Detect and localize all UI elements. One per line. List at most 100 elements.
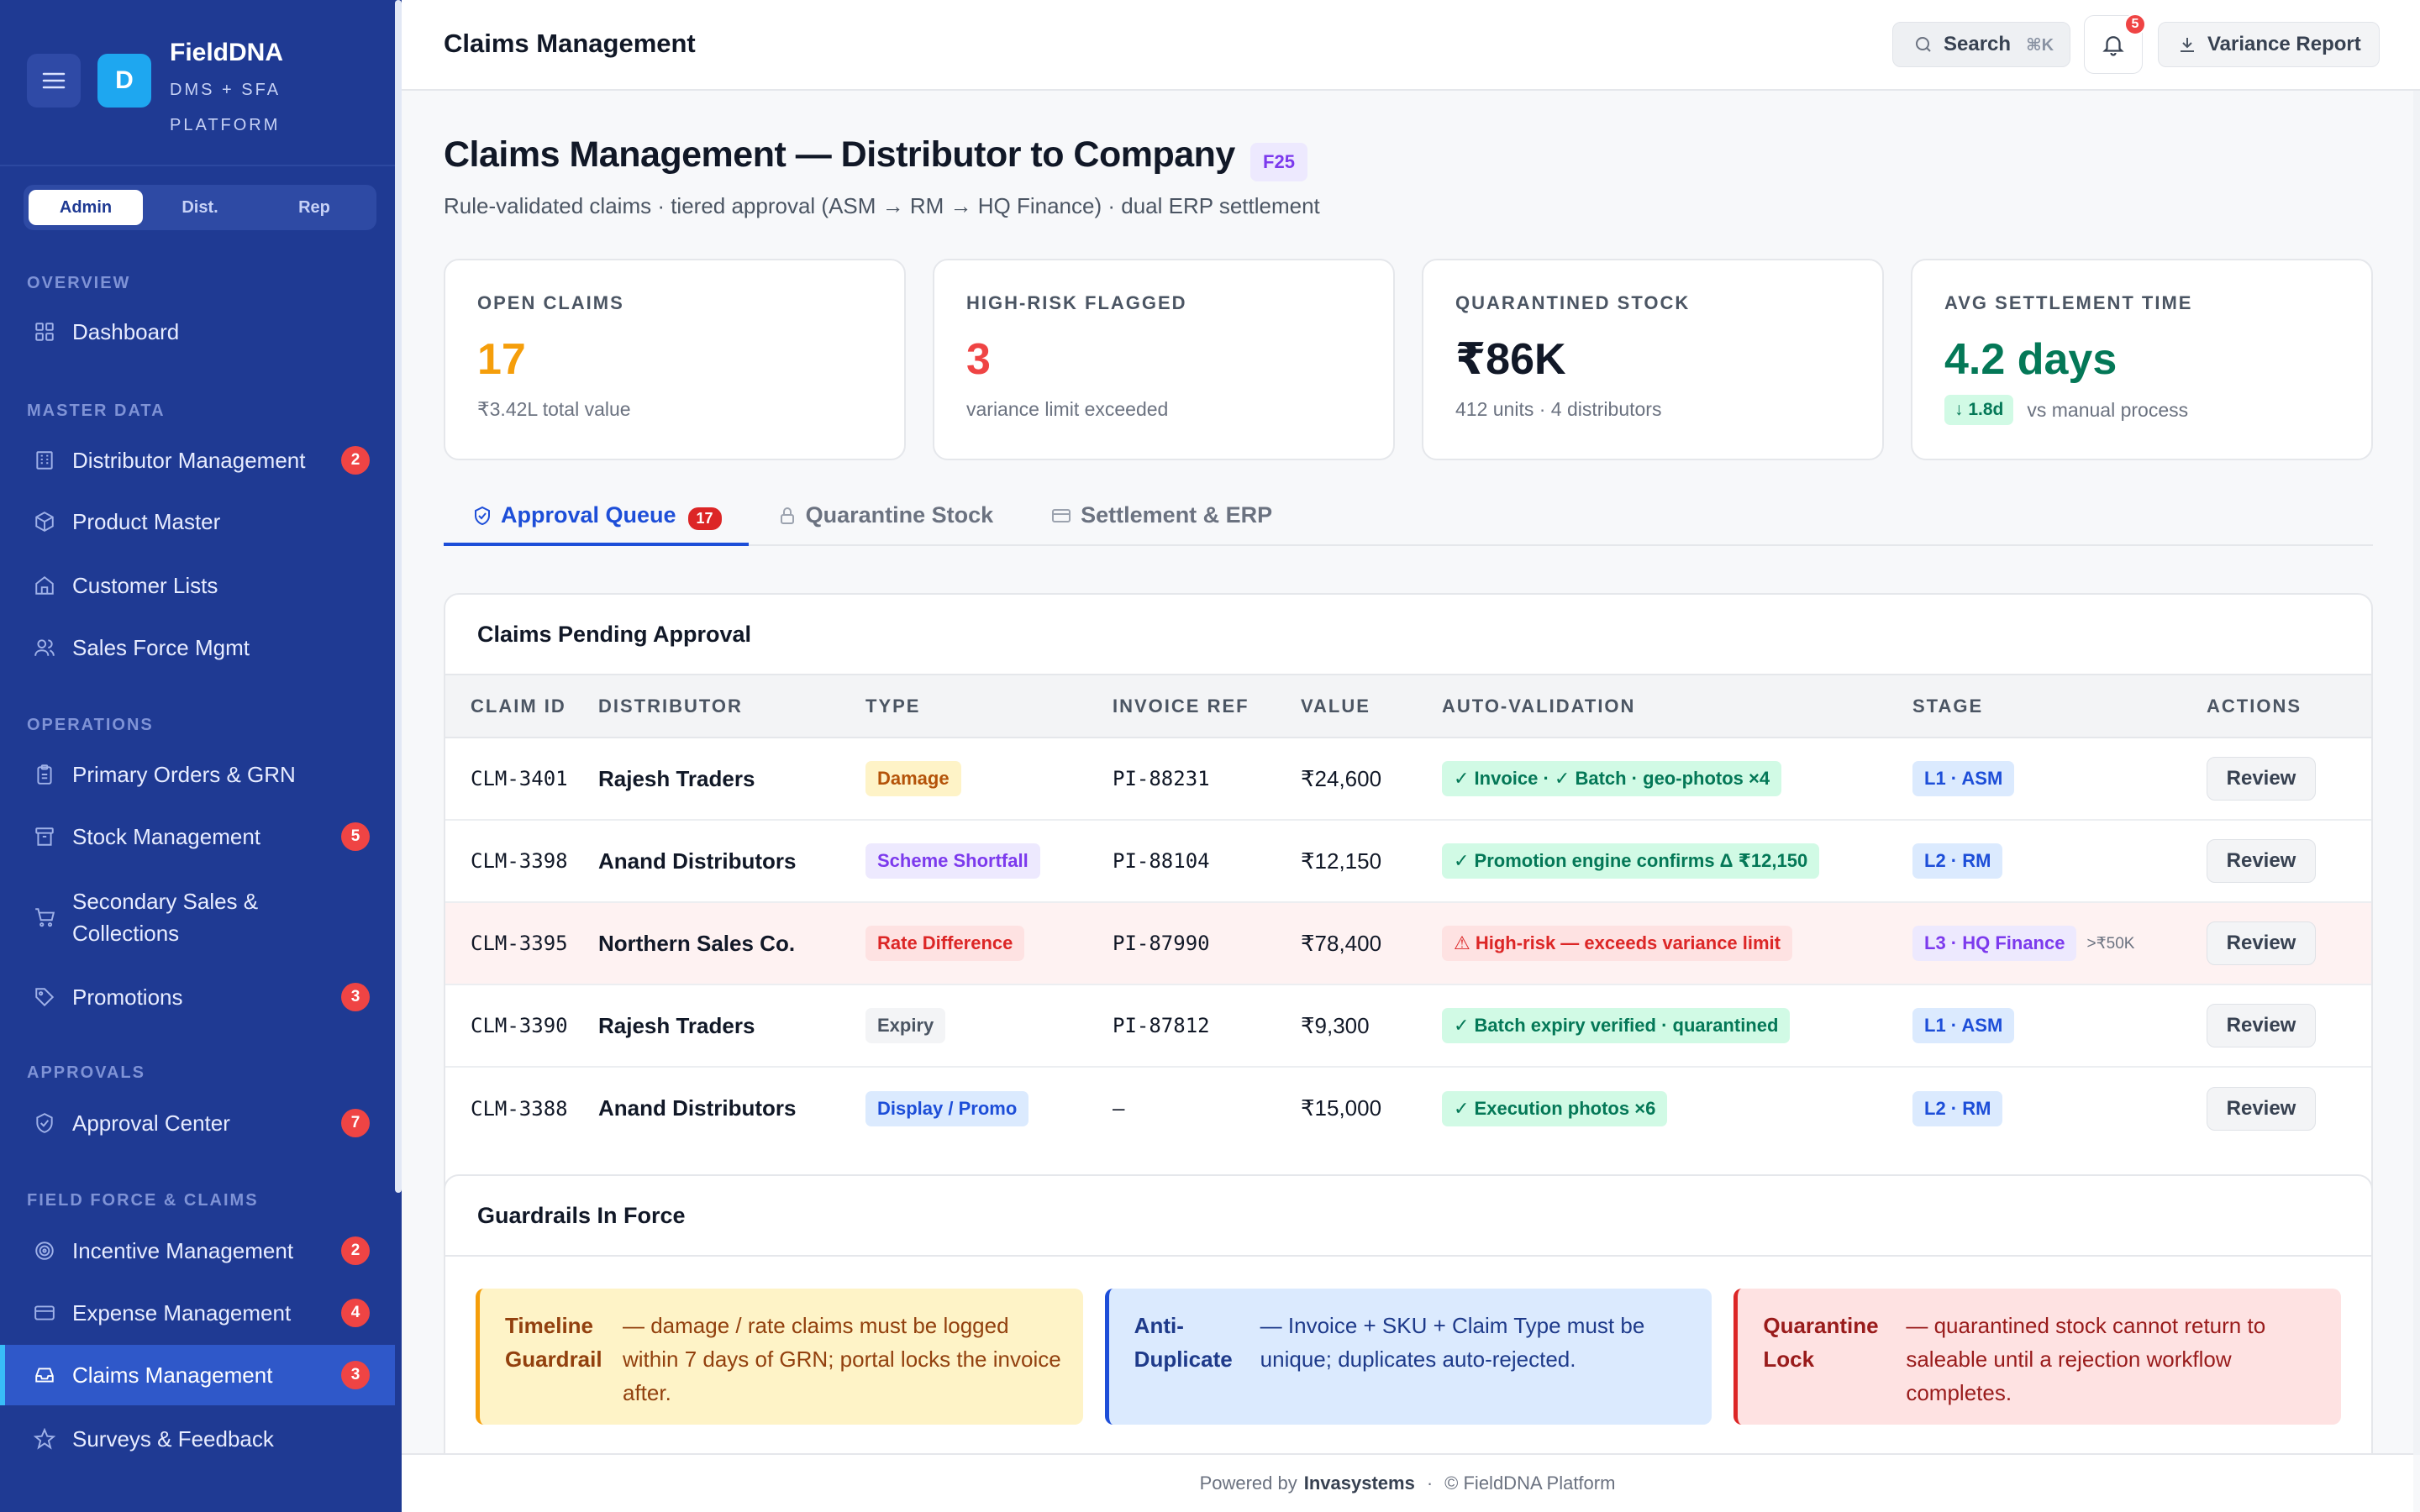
sidebar-item-label: Distributor Management bbox=[72, 448, 306, 473]
claim-value: ₹78,400 bbox=[1301, 902, 1442, 985]
sidebar-item-customer-lists[interactable]: Customer Lists bbox=[0, 568, 395, 603]
validation-pill: ✓ Execution photos ×6 bbox=[1442, 1090, 1668, 1126]
review-button[interactable]: Review bbox=[2207, 757, 2316, 801]
role-switcher: Admin Dist. Rep bbox=[24, 185, 376, 230]
tab-quarantine-stock[interactable]: Quarantine Stock bbox=[749, 494, 1023, 546]
distributor-name: Anand Distributors bbox=[598, 820, 865, 903]
column-header: DISTRIBUTOR bbox=[598, 675, 865, 738]
count-badge: 7 bbox=[341, 1109, 370, 1137]
claim-id: CLM-3398 bbox=[445, 820, 598, 903]
invoice-ref: PI-87990 bbox=[1113, 902, 1301, 985]
table-row[interactable]: CLM-3398 Anand Distributors Scheme Short… bbox=[445, 820, 2371, 903]
kpi-avg-settlement: AVG SETTLEMENT TIME 4.2 days ↓ 1.8d vs m… bbox=[1911, 259, 2373, 460]
improvement-chip: ↓ 1.8d bbox=[1944, 395, 2014, 425]
kpi-value: ₹86K bbox=[1455, 335, 1566, 384]
kpi-label: OPEN CLAIMS bbox=[477, 292, 624, 313]
sidebar-item-product-master[interactable]: Product Master bbox=[0, 504, 395, 539]
main-scrollbar[interactable] bbox=[2413, 91, 2420, 1455]
review-button[interactable]: Review bbox=[2207, 921, 2316, 965]
validation-pill: ✓ Promotion engine confirms Δ ₹12,150 bbox=[1442, 843, 1820, 879]
grid-icon bbox=[32, 319, 57, 344]
sidebar-item-label: Stock Management bbox=[72, 824, 261, 849]
stage-pill: L2 · RM bbox=[1912, 1090, 2003, 1126]
sidebar-item-claims-management[interactable]: Claims Management 3 bbox=[0, 1345, 395, 1405]
search-button[interactable]: Search ⌘K bbox=[1892, 22, 2070, 67]
guardrail-text: — quarantined stock cannot return to sal… bbox=[1906, 1313, 2266, 1405]
review-button[interactable]: Review bbox=[2207, 839, 2316, 883]
review-button[interactable]: Review bbox=[2207, 1086, 2316, 1131]
count-badge: 3 bbox=[341, 1361, 370, 1389]
sidebar-item-label: Primary Orders & GRN bbox=[72, 762, 296, 787]
kpi-value: 4.2 days bbox=[1944, 335, 2118, 384]
guardrail-anti-duplicate: Anti-Duplicate — Invoice + SKU + Claim T… bbox=[1104, 1289, 1712, 1425]
card-title: Claims Pending Approval bbox=[445, 595, 2371, 675]
role-distributor[interactable]: Dist. bbox=[143, 190, 257, 225]
sidebar-item-label: Customer Lists bbox=[72, 573, 218, 598]
section-title-master-data: MASTER DATA bbox=[27, 402, 166, 420]
footer: Powered by Invasystems · © FieldDNA Plat… bbox=[402, 1453, 2413, 1512]
role-rep[interactable]: Rep bbox=[257, 190, 371, 225]
sidebar-item-dashboard[interactable]: Dashboard bbox=[0, 314, 395, 349]
guardrail-title: Timeline Guardrail bbox=[505, 1313, 602, 1372]
sidebar-scrollbar[interactable] bbox=[395, 0, 402, 1193]
page-subtitle: Rule-validated claims · tiered approval … bbox=[444, 193, 1320, 218]
section-title-overview: OVERVIEW bbox=[27, 274, 131, 292]
kpi-subtext-row: ↓ 1.8d vs manual process bbox=[1944, 395, 2371, 425]
guardrail-title: Anti-Duplicate bbox=[1134, 1313, 1233, 1372]
stage-pill: L3 · HQ Finance bbox=[1912, 926, 2077, 961]
sidebar-item-distributor-management[interactable]: Distributor Management 2 bbox=[0, 443, 395, 478]
claim-type-pill: Expiry bbox=[865, 1008, 946, 1043]
table-row[interactable]: CLM-3388 Anand Distributors Display / Pr… bbox=[445, 1067, 2371, 1149]
menu-toggle-button[interactable] bbox=[27, 54, 81, 108]
table-row[interactable]: CLM-3390 Rajesh Traders Expiry PI-87812 … bbox=[445, 984, 2371, 1068]
kpi-subtext: 412 units · 4 distributors bbox=[1455, 398, 1662, 420]
table-row-high-risk[interactable]: CLM-3395 Northern Sales Co. Rate Differe… bbox=[445, 902, 2371, 985]
footer-copyright: © FieldDNA Platform bbox=[1444, 1473, 1616, 1494]
role-admin[interactable]: Admin bbox=[29, 190, 143, 225]
column-header: AUTO-VALIDATION bbox=[1442, 675, 1912, 738]
review-button[interactable]: Review bbox=[2207, 1004, 2316, 1047]
stage-pill: L2 · RM bbox=[1912, 843, 2003, 879]
sidebar-item-expense-management[interactable]: Expense Management 4 bbox=[0, 1295, 395, 1331]
store-icon bbox=[32, 573, 57, 598]
sidebar-item-surveys[interactable]: Surveys & Feedback bbox=[0, 1421, 395, 1457]
claim-id: CLM-3390 bbox=[445, 984, 598, 1068]
footer-brand: Invasystems bbox=[1303, 1473, 1415, 1494]
column-header: TYPE bbox=[865, 675, 1113, 738]
variance-report-button[interactable]: Variance Report bbox=[2158, 22, 2380, 67]
app-name: FieldDNA bbox=[170, 39, 283, 66]
stage-pill: L1 · ASM bbox=[1912, 761, 2015, 796]
notification-count-badge: 5 bbox=[2124, 13, 2146, 35]
variance-report-label: Variance Report bbox=[2207, 33, 2361, 55]
guardrail-list: Timeline Guardrail — damage / rate claim… bbox=[445, 1257, 2371, 1457]
sidebar: D FieldDNA DMS + SFA PLATFORM Admin Dist… bbox=[0, 0, 402, 1512]
app-logo: D bbox=[97, 54, 151, 108]
app-subtitle: DMS + SFA PLATFORM bbox=[170, 81, 281, 134]
sidebar-item-primary-orders[interactable]: Primary Orders & GRN bbox=[0, 757, 395, 792]
count-badge: 3 bbox=[341, 983, 370, 1011]
column-header: VALUE bbox=[1301, 675, 1442, 738]
page-title: Claims Management — Distributor to Compa… bbox=[444, 134, 1235, 175]
sidebar-item-sales-force[interactable]: Sales Force Mgmt bbox=[0, 630, 395, 665]
box-icon bbox=[32, 509, 57, 534]
feature-badge: F25 bbox=[1250, 143, 1307, 181]
count-badge: 2 bbox=[341, 1236, 370, 1265]
distributor-name: Anand Distributors bbox=[598, 1095, 797, 1121]
cart-icon bbox=[32, 905, 57, 930]
footer-powered: Powered by bbox=[1199, 1473, 1297, 1494]
credit-card-icon bbox=[32, 1300, 57, 1326]
claim-type-pill: Rate Difference bbox=[865, 926, 1025, 961]
tab-settlement-erp[interactable]: Settlement & ERP bbox=[1022, 494, 1301, 546]
sidebar-item-promotions[interactable]: Promotions 3 bbox=[0, 979, 395, 1015]
claim-type-pill: Damage bbox=[865, 761, 961, 796]
column-header: INVOICE REF bbox=[1113, 675, 1301, 738]
sidebar-item-approval-center[interactable]: Approval Center 7 bbox=[0, 1105, 395, 1141]
table-row[interactable]: CLM-3401 Rajesh Traders Damage PI-88231 … bbox=[445, 738, 2371, 821]
claim-value: ₹15,000 bbox=[1301, 1095, 1382, 1121]
sidebar-item-stock-management[interactable]: Stock Management 5 bbox=[0, 819, 395, 854]
sidebar-item-secondary-sales[interactable]: Secondary Sales & Collections bbox=[0, 884, 395, 951]
tab-approval-queue[interactable]: Approval Queue 17 bbox=[444, 494, 749, 546]
brand: D FieldDNA DMS + SFA PLATFORM bbox=[27, 39, 313, 143]
sidebar-item-incentive-management[interactable]: Incentive Management 2 bbox=[0, 1233, 395, 1268]
section-title-field-force: FIELD FORCE & CLAIMS bbox=[27, 1191, 259, 1210]
